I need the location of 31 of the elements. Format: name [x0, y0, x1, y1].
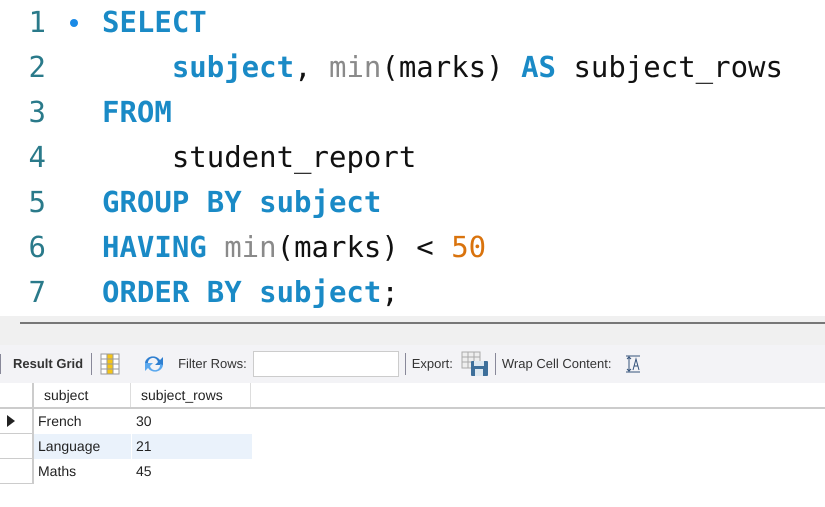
- table-cell-text: Maths: [37, 462, 78, 481]
- code-line: HAVING min(marks) < 50: [102, 229, 486, 266]
- column-header[interactable]: subject_rows: [131, 383, 251, 407]
- column-header[interactable]: subject: [34, 383, 131, 407]
- filter-rows-field[interactable]: [252, 351, 399, 377]
- result-grid-tab[interactable]: Result Grid: [13, 354, 84, 374]
- wrap-text-icon[interactable]: [625, 355, 642, 373]
- line-number: 4: [28, 139, 46, 176]
- line-number: 2: [28, 49, 46, 86]
- row-header[interactable]: [0, 409, 34, 434]
- table-cell-text: 30: [135, 412, 153, 431]
- code-line: SELECT: [102, 4, 207, 41]
- line-number: 6: [28, 229, 46, 266]
- export-label: Export:: [412, 355, 453, 374]
- table-cell-text: 45: [135, 462, 153, 481]
- table-cell-text: French: [37, 412, 83, 431]
- code-line: GROUP BY subject: [102, 184, 382, 221]
- code-line: FROM: [102, 94, 172, 131]
- code-line: student_report: [170, 139, 416, 176]
- line-number: 1: [28, 4, 46, 41]
- code-line: ORDER BY subject;: [102, 274, 399, 311]
- line-number: 5: [28, 184, 46, 221]
- code-line: subject, min(marks) AS subject_rows: [170, 49, 783, 86]
- filter-rows-label: Filter Rows:: [178, 355, 247, 374]
- export-save-icon[interactable]: [460, 351, 489, 377]
- wrap-cell-content-label: Wrap Cell Content:: [502, 355, 612, 374]
- table-cell: 21: [132, 434, 252, 459]
- line-number: 7: [28, 274, 46, 311]
- line-number: 3: [28, 94, 46, 131]
- table-cell: Language: [34, 434, 131, 459]
- grid-columns-icon[interactable]: [100, 353, 120, 375]
